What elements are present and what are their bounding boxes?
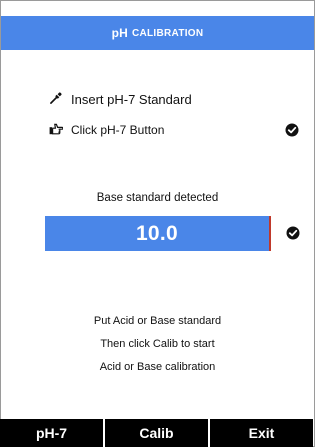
page-subtitle: CALIBRATION [131,27,204,39]
instruction-line: Acid or Base calibration [99,361,216,373]
instruction-line: Then click Calib to start [100,338,215,350]
title-bar: pH CALIBRATION [1,16,314,50]
page-title: pH [111,26,128,40]
pointing-hand-icon [49,123,64,138]
exit-button[interactable]: Exit [210,419,313,447]
step-click-label: Click pH-7 Button [71,123,165,137]
detection-message: Base standard detected [96,192,219,204]
ph7-button[interactable]: pH-7 [0,419,105,447]
reading-display: 10.0 [45,216,271,251]
step-insert-standard: Insert pH-7 Standard [49,89,192,109]
bottom-button-bar: pH-7 Calib Exit [0,419,313,447]
calib-button[interactable]: Calib [105,419,210,447]
instruction-line: Put Acid or Base standard [93,315,222,327]
check-circle-icon [286,226,300,240]
check-circle-icon [285,123,299,137]
dropper-icon [49,91,63,108]
step-click-ph7: Click pH-7 Button [49,120,164,140]
step-insert-label: Insert pH-7 Standard [71,91,192,107]
device-screen: pH CALIBRATION Insert pH-7 Standard Clic… [0,0,315,447]
